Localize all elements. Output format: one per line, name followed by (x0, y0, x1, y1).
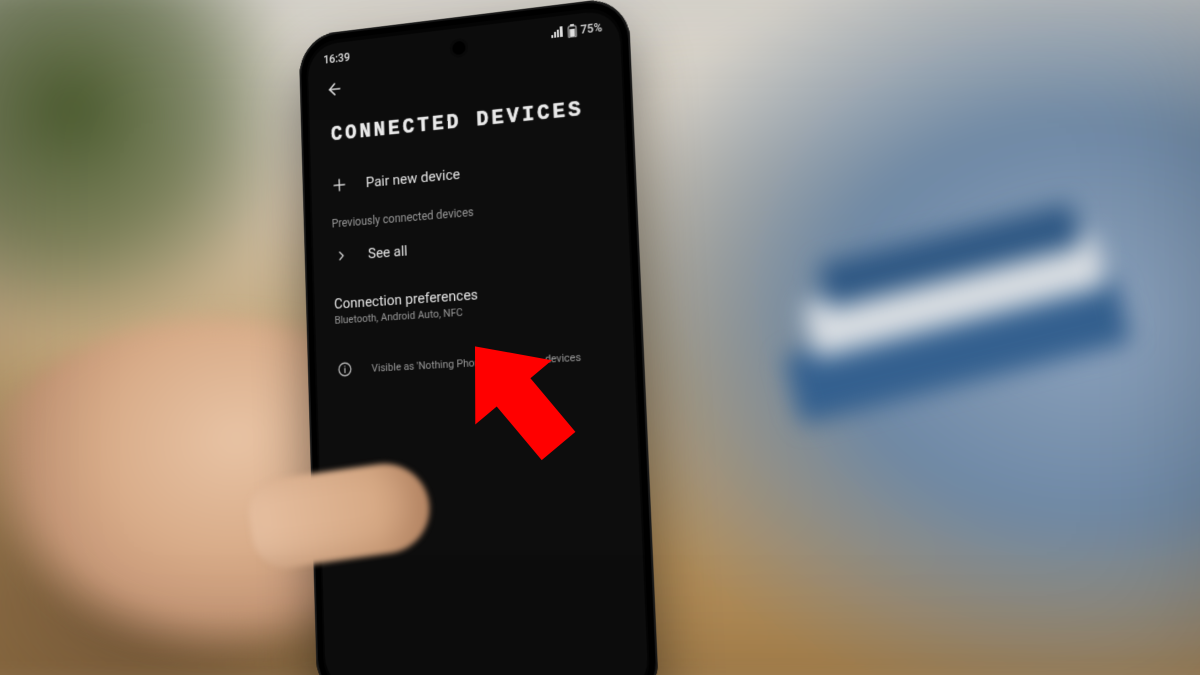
battery-icon (567, 24, 577, 39)
chevron-right-icon (332, 246, 350, 266)
arrow-left-icon (326, 79, 344, 104)
info-icon (336, 360, 354, 380)
see-all-label: See all (368, 242, 408, 262)
phone: 16:39 75% (298, 0, 659, 675)
status-time: 16:39 (323, 51, 350, 67)
plus-icon (330, 175, 348, 195)
cellular-signal-icon (550, 26, 564, 39)
visibility-text-post: devices (545, 351, 582, 366)
visibility-text-pre: Visible as 'Nothing Phone ( (371, 355, 492, 374)
phone-screen: 16:39 75% (307, 9, 648, 675)
settings-list: Pair new device Previously connected dev… (311, 136, 635, 394)
status-battery-pct: 75% (580, 21, 602, 37)
pair-label: Pair new device (366, 166, 461, 192)
back-button[interactable] (320, 75, 349, 108)
